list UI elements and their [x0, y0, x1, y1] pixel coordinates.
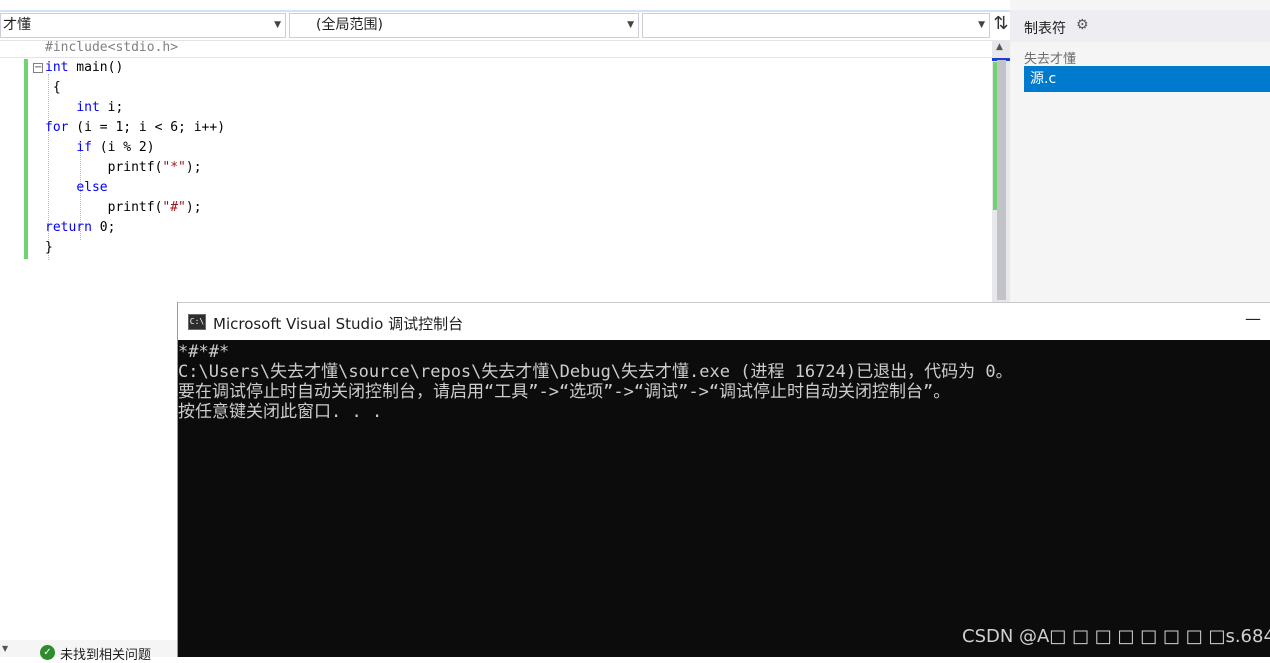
code-line: int main() — [45, 60, 124, 75]
project-dropdown-value: 才懂 — [3, 17, 31, 33]
console-output-line: 要在调试停止时自动关闭控制台，请启用“工具”->“选项”->“调试”->“调试停… — [178, 382, 951, 402]
console-output-line: *#*#* — [178, 342, 230, 362]
chevron-down-icon[interactable]: ▼ — [2, 644, 8, 653]
code-line: { — [45, 80, 61, 95]
chevron-down-icon: ▼ — [627, 20, 634, 30]
code-line: printf("#"); — [45, 200, 202, 215]
gear-icon[interactable]: ⚙ — [1076, 17, 1089, 33]
code-line: for (i = 1; i < 6; i++) — [45, 120, 226, 135]
member-dropdown[interactable]: ▼ — [642, 13, 990, 38]
code-line: if (i % 2) — [76, 140, 155, 155]
project-dropdown[interactable]: 才懂 ▼ — [0, 13, 286, 38]
chevron-down-icon: ▼ — [274, 20, 281, 30]
code-line-include: #include<stdio.h> — [45, 40, 179, 55]
navigation-bar: 才懂 ▼ (全局范围) ▼ ▼ ⇅ — [0, 0, 1012, 40]
check-icon: ✓ — [40, 645, 55, 660]
status-message: 未找到相关问题 — [60, 648, 152, 663]
change-tracking-bar — [24, 59, 28, 259]
console-output-line: C:\Users\失去才懂\source\repos\失去才懂\Debug\失去… — [178, 362, 1013, 382]
chevron-down-icon: ▼ — [978, 20, 985, 30]
code-line: else — [76, 180, 108, 195]
console-title: Microsoft Visual Studio 调试控制台 — [213, 315, 464, 333]
code-line: int i; — [76, 100, 124, 115]
watermark: CSDN @A□ □ □ □ □ □ □ □s.684 — [962, 626, 1270, 647]
scrollbar-thumb[interactable] — [997, 60, 1006, 300]
debug-console-window[interactable]: C:\ Microsoft Visual Studio 调试控制台 — *#*#… — [177, 302, 1270, 657]
scrollbar-change-marker — [993, 62, 997, 210]
project-node[interactable]: 失去才懂 — [1024, 48, 1076, 67]
collapse-icon[interactable]: − — [33, 63, 43, 73]
console-output[interactable]: *#*#* C:\Users\失去才懂\source\repos\失去才懂\De… — [178, 342, 1270, 422]
scroll-up-icon[interactable]: ▲ — [996, 42, 1003, 52]
scope-dropdown-value: (全局范围) — [316, 17, 383, 33]
console-app-icon: C:\ — [188, 314, 206, 330]
scope-dropdown[interactable]: (全局范围) ▼ — [289, 13, 639, 38]
split-window-button[interactable]: ⇅ — [990, 13, 1012, 38]
file-node-selected[interactable]: 源.c — [1024, 66, 1270, 92]
code-line: } — [45, 240, 53, 255]
tabs-label[interactable]: 制表符 — [1024, 18, 1066, 38]
code-line: return 0; — [45, 220, 116, 235]
error-status-bar: ▼ ✓ 未找到相关问题 — [0, 640, 178, 663]
console-output-line: 按任意键关闭此窗口. . . — [178, 402, 383, 422]
tab-accent-line — [0, 10, 1012, 12]
code-line: printf("*"); — [45, 160, 202, 175]
minimize-button[interactable]: — — [1245, 309, 1261, 328]
console-titlebar[interactable]: C:\ Microsoft Visual Studio 调试控制台 — — [178, 302, 1270, 340]
